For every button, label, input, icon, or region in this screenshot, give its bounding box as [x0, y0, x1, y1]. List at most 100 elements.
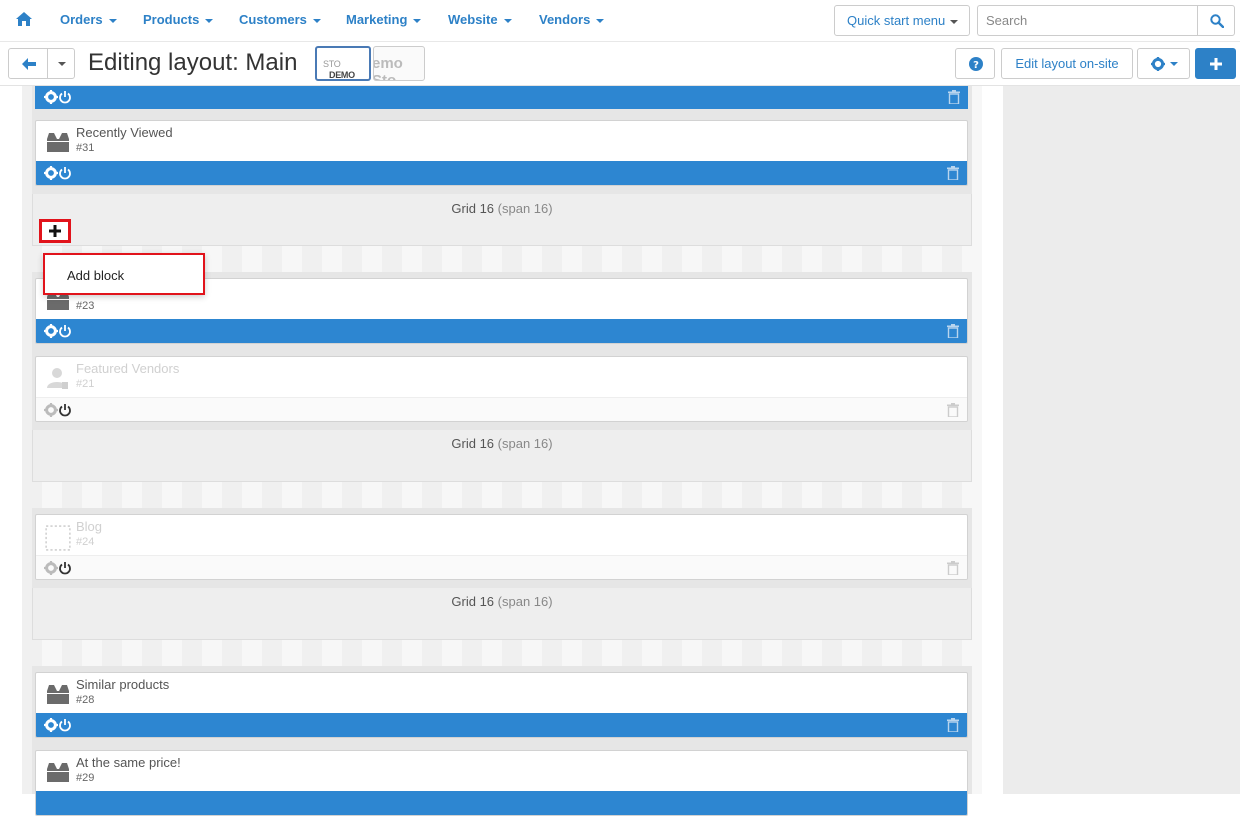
nav-products-label: Products — [143, 12, 200, 27]
block-title: Recently Viewed — [76, 125, 173, 140]
block-id: #24 — [76, 536, 95, 548]
question-circle-icon: ? — [969, 57, 983, 71]
chevron-down-icon — [950, 19, 959, 24]
grid-label: Grid 16 (span 16) — [33, 594, 971, 609]
nav-customers[interactable]: Customers — [239, 12, 321, 27]
block-title: Featured Vendors — [76, 361, 180, 376]
power-icon[interactable] — [58, 561, 72, 575]
store-logo-text: DEMO — [329, 70, 355, 80]
gear-icon[interactable] — [44, 718, 58, 732]
trash-icon[interactable] — [947, 166, 959, 180]
layout-block-disabled[interactable]: Featured Vendors #21 — [35, 356, 968, 422]
chevron-down-icon — [312, 18, 321, 23]
block-footer-bar — [36, 319, 967, 343]
nav-website-label: Website — [448, 12, 498, 27]
vendor-user-icon — [47, 368, 68, 389]
chevron-down-icon — [205, 18, 214, 23]
arrow-left-icon — [22, 58, 36, 70]
gear-icon[interactable] — [44, 403, 58, 417]
gear-icon[interactable] — [44, 166, 58, 180]
sidebar-panel — [1003, 86, 1240, 794]
block-title: At the same price! — [76, 755, 181, 770]
block-footer-bar — [36, 555, 967, 579]
chevron-down-icon — [108, 18, 117, 23]
block-footer-bar — [36, 791, 967, 815]
svg-text:?: ? — [973, 60, 979, 71]
power-icon[interactable] — [58, 90, 72, 104]
nav-website[interactable]: Website — [448, 12, 512, 27]
chevron-down-icon — [596, 18, 605, 23]
trash-icon[interactable] — [947, 718, 959, 732]
nav-customers-label: Customers — [239, 12, 307, 27]
chevron-down-icon — [413, 18, 422, 23]
store-logo-selected[interactable]: DEMO STO — [315, 46, 371, 81]
block-id: #29 — [76, 772, 95, 784]
chevron-down-icon — [58, 62, 66, 66]
block-id: #31 — [76, 142, 95, 154]
grid-container: Grid 16 (span 16) — [32, 430, 972, 482]
grid-label: Grid 16 (span 16) — [33, 436, 971, 451]
edit-layout-on-site-button[interactable]: Edit layout on-site — [1001, 48, 1133, 79]
home-icon[interactable] — [16, 12, 32, 26]
quick-start-menu-button[interactable]: Quick start menu — [834, 5, 970, 36]
gear-icon[interactable] — [44, 324, 58, 338]
block-footer-bar — [35, 86, 968, 109]
settings-dropdown-button[interactable] — [1137, 48, 1190, 79]
power-icon[interactable] — [58, 324, 72, 338]
layout-block[interactable]: Similar products #28 — [35, 672, 968, 738]
gear-icon — [1151, 57, 1165, 71]
nav-orders-label: Orders — [60, 12, 103, 27]
power-icon[interactable] — [58, 403, 72, 417]
nav-products[interactable]: Products — [143, 12, 214, 27]
block-id: #21 — [76, 378, 95, 390]
empty-block-icon — [45, 525, 71, 551]
search-icon — [1210, 14, 1224, 28]
plus-icon — [49, 225, 61, 237]
add-block-menu-item[interactable]: Add block — [67, 268, 124, 283]
store-logo-alt[interactable]: emo Sto — [373, 46, 425, 81]
block-icon — [47, 133, 69, 152]
grid-label: Grid 16 (span 16) — [33, 201, 971, 216]
add-layout-button[interactable] — [1195, 48, 1236, 79]
nav-vendors-label: Vendors — [539, 12, 591, 27]
block-id: #28 — [76, 694, 95, 706]
trash-icon[interactable] — [947, 324, 959, 338]
search-button[interactable] — [1197, 5, 1235, 36]
search-input[interactable] — [977, 5, 1199, 36]
grid-container: Grid 16 (span 16) — [32, 194, 972, 246]
back-button[interactable] — [8, 48, 48, 79]
quick-start-label: Quick start menu — [847, 13, 946, 28]
trash-icon[interactable] — [948, 90, 960, 104]
back-history-dropdown[interactable] — [47, 48, 75, 79]
trash-icon[interactable] — [947, 403, 959, 417]
power-icon[interactable] — [58, 166, 72, 180]
help-button[interactable]: ? — [955, 48, 995, 79]
gear-icon[interactable] — [44, 90, 58, 104]
page-toolbar: Editing layout: Main DEMO STO emo Sto ? … — [0, 42, 1240, 86]
add-block-plus-button[interactable] — [39, 219, 71, 243]
nav-vendors[interactable]: Vendors — [539, 12, 605, 27]
layout-block[interactable]: At the same price! #29 — [35, 750, 968, 816]
grid-span: (span 16) — [497, 436, 553, 451]
add-block-dropdown: Add block — [43, 253, 205, 295]
power-icon[interactable] — [58, 718, 72, 732]
grid-name: Grid 16 — [451, 201, 495, 216]
trash-icon[interactable] — [947, 561, 959, 575]
block-footer-bar — [36, 713, 967, 737]
block-icon — [47, 763, 69, 782]
gear-icon[interactable] — [44, 561, 58, 575]
block-id: #23 — [76, 300, 95, 312]
page-title: Editing layout: Main — [88, 49, 298, 76]
nav-marketing[interactable]: Marketing — [346, 12, 422, 27]
nav-orders[interactable]: Orders — [60, 12, 117, 27]
grid-span: (span 16) — [497, 201, 553, 216]
layout-block-disabled[interactable]: Blog #24 — [35, 514, 968, 580]
grid-span: (span 16) — [497, 594, 553, 609]
block-footer-bar — [36, 397, 967, 421]
grid-name: Grid 16 — [451, 436, 495, 451]
chevron-down-icon — [1170, 62, 1178, 66]
grid-name: Grid 16 — [451, 594, 495, 609]
block-title: Blog — [76, 519, 103, 534]
top-navigation: Orders Products Customers Marketing Webs… — [0, 0, 1240, 42]
layout-block[interactable]: Recently Viewed #31 — [35, 120, 968, 186]
